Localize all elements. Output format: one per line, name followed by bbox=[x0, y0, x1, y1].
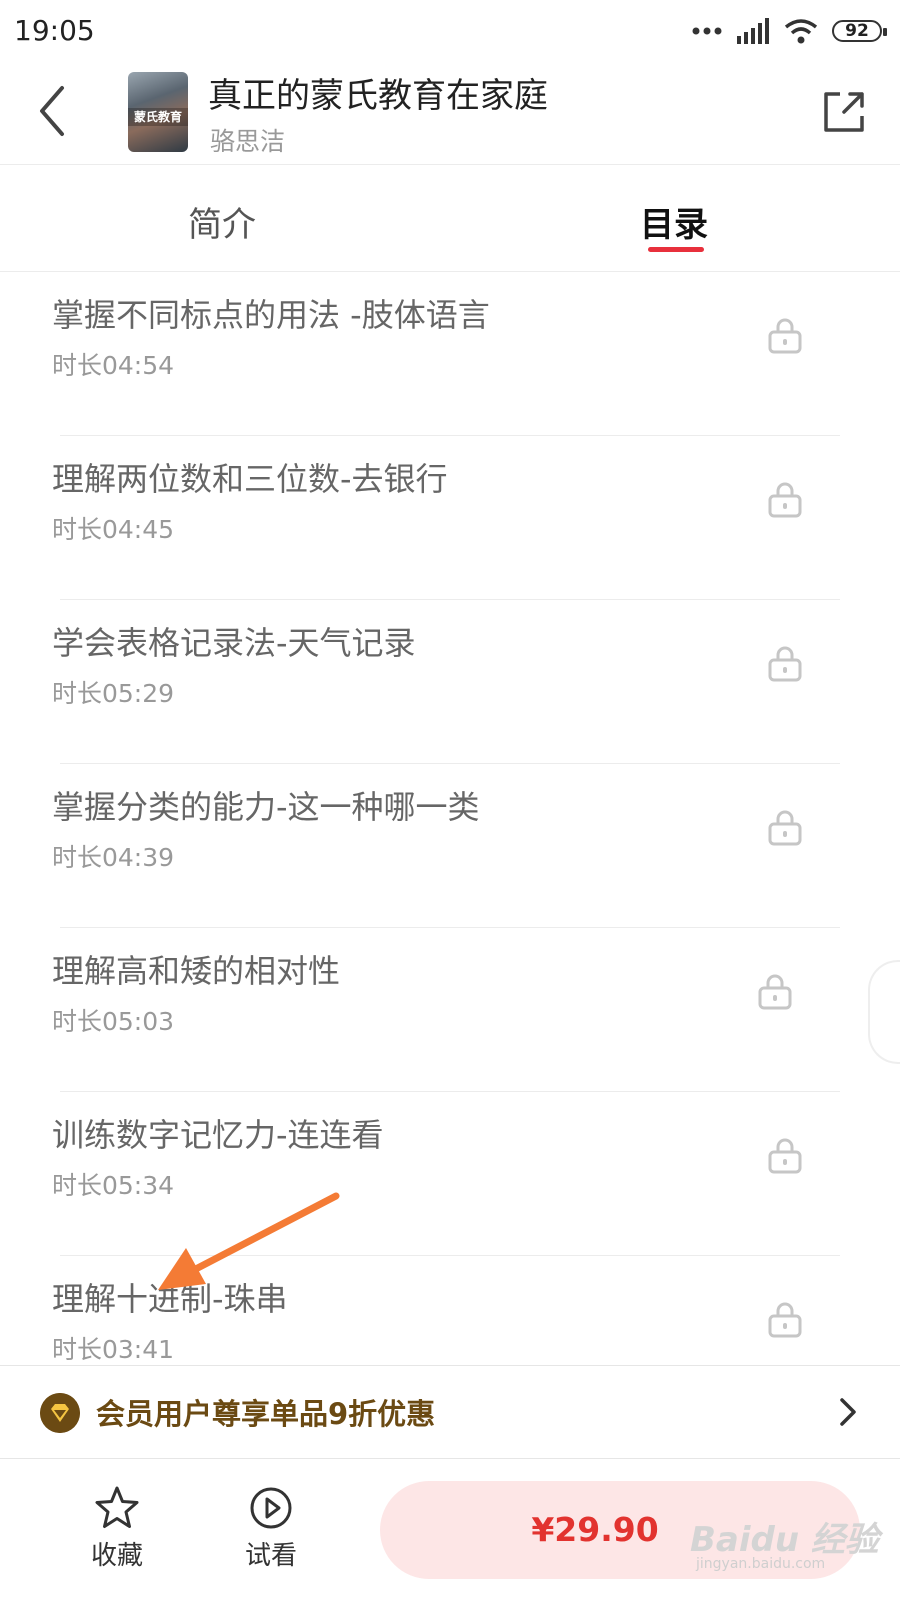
battery-level: 92 bbox=[845, 21, 869, 41]
lock-icon bbox=[768, 318, 802, 354]
more-dots-icon bbox=[692, 27, 722, 35]
list-item[interactable]: 理解高和矮的相对性 时长05:03 bbox=[0, 908, 900, 1092]
chapter-duration: 时长04:39 bbox=[52, 843, 175, 872]
list-item[interactable]: 掌握分类的能力-这一种哪一类 时长04:39 bbox=[0, 744, 900, 928]
trial-button[interactable]: 试看 bbox=[226, 1485, 316, 1572]
list-item[interactable]: 理解两位数和三位数-去银行 时长04:45 bbox=[0, 416, 900, 600]
lock-icon bbox=[768, 1302, 802, 1338]
status-time: 19:05 bbox=[14, 14, 95, 47]
lock-icon bbox=[758, 974, 792, 1010]
watermark: Baidu 经验 jingyan.baidu.com bbox=[690, 1512, 890, 1582]
active-tab-indicator bbox=[648, 247, 704, 252]
chevron-right-icon bbox=[840, 1398, 856, 1426]
play-circle-icon bbox=[250, 1487, 292, 1529]
book-title: 真正的蒙氏教育在家庭 bbox=[208, 76, 548, 116]
trial-label: 试看 bbox=[244, 1541, 297, 1571]
book-header: 蒙氏教育 真正的蒙氏教育在家庭 骆思洁 bbox=[0, 62, 900, 165]
lock-icon bbox=[768, 646, 802, 682]
cover-title: 蒙氏教育 bbox=[128, 108, 188, 126]
list-item[interactable]: 学会表格记录法-天气记录 时长05:29 bbox=[0, 580, 900, 764]
chapter-title: 学会表格记录法-天气记录 bbox=[52, 624, 416, 662]
list-item[interactable]: 训练数字记忆力-连连看 时长05:34 bbox=[0, 1072, 900, 1256]
chapter-duration: 时长03:41 bbox=[52, 1335, 175, 1364]
chapter-title: 掌握分类的能力-这一种哪一类 bbox=[52, 788, 480, 826]
battery-indicator: 92 bbox=[832, 20, 887, 42]
tab-bar: 简介 目录 bbox=[0, 165, 900, 272]
chapter-title: 理解两位数和三位数-去银行 bbox=[52, 460, 448, 498]
status-icons: 92 bbox=[692, 16, 887, 46]
book-cover[interactable]: 蒙氏教育 bbox=[128, 72, 188, 152]
share-button[interactable] bbox=[820, 88, 868, 136]
wifi-icon bbox=[784, 19, 818, 44]
chapter-duration: 时长04:45 bbox=[52, 515, 175, 544]
chapter-title: 理解十进制-珠串 bbox=[52, 1280, 288, 1318]
book-author: 骆思洁 bbox=[210, 127, 286, 156]
watermark-sub: jingyan.baidu.com bbox=[696, 1556, 826, 1572]
price-label: ¥29.90 bbox=[531, 1510, 659, 1549]
favorite-label: 收藏 bbox=[90, 1541, 143, 1571]
watermark-main: Baidu 经验 bbox=[690, 1520, 879, 1560]
favorite-button[interactable]: 收藏 bbox=[72, 1485, 162, 1572]
member-diamond-icon bbox=[40, 1393, 80, 1433]
chapter-duration: 时长05:34 bbox=[52, 1171, 175, 1200]
chapter-duration: 时长05:03 bbox=[52, 1007, 175, 1036]
status-bar: 19:05 92 bbox=[0, 0, 900, 62]
chapter-title: 理解高和矮的相对性 bbox=[52, 952, 341, 990]
chapter-duration: 时长05:29 bbox=[52, 679, 175, 708]
member-offer-bar[interactable]: 会员用户尊享单品9折优惠 bbox=[0, 1365, 900, 1459]
lock-icon bbox=[768, 1138, 802, 1174]
share-icon bbox=[824, 92, 864, 132]
star-icon bbox=[95, 1486, 139, 1528]
tab-toc[interactable]: 目录 bbox=[640, 197, 708, 246]
list-item[interactable]: 掌握不同标点的用法 -肢体语言 时长04:54 bbox=[0, 272, 900, 436]
tab-intro[interactable]: 简介 bbox=[188, 197, 256, 246]
list-item[interactable]: 理解十进制-珠串 时长03:41 bbox=[0, 1236, 900, 1365]
member-offer-text: 会员用户尊享单品9折优惠 bbox=[96, 1397, 436, 1431]
chapter-title: 训练数字记忆力-连连看 bbox=[52, 1116, 384, 1154]
chapter-list[interactable]: 掌握不同标点的用法 -肢体语言 时长04:54 理解两位数和三位数-去银行 时长… bbox=[0, 272, 900, 1365]
lock-icon bbox=[768, 482, 802, 518]
chapter-title: 掌握不同标点的用法 -肢体语言 bbox=[52, 296, 490, 334]
floating-side-tab[interactable] bbox=[868, 960, 900, 1064]
chevron-left-icon bbox=[40, 86, 64, 136]
signal-icon bbox=[737, 18, 769, 44]
chapter-duration: 时长04:54 bbox=[52, 351, 175, 380]
back-button[interactable] bbox=[30, 80, 78, 142]
lock-icon bbox=[768, 810, 802, 846]
